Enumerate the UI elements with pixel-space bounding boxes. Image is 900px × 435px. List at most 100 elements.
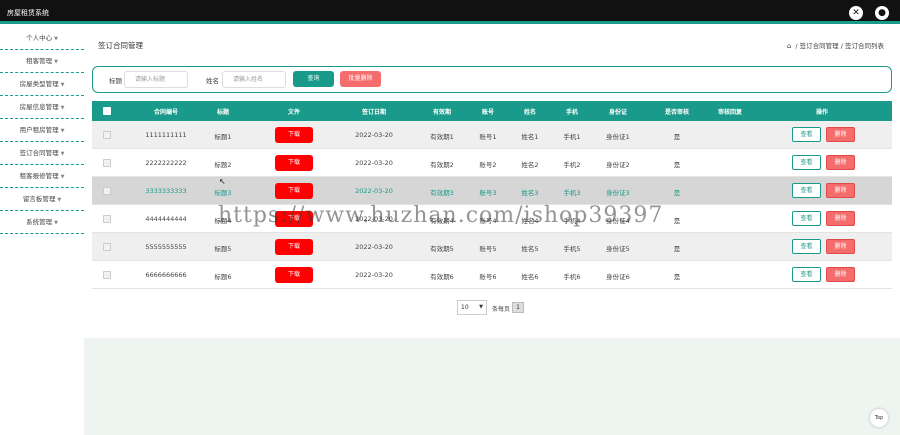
title-search-input[interactable]: 请输入标题 xyxy=(124,71,188,88)
header-validity[interactable]: 有效期 xyxy=(425,107,459,116)
row-checkbox[interactable] xyxy=(103,187,111,195)
cell-validity: 有效期6 xyxy=(430,273,454,281)
chevron-down-icon: ▼ xyxy=(54,220,58,226)
download-button[interactable]: 下载 xyxy=(275,155,313,171)
breadcrumb-current: 签订合同列表 xyxy=(845,42,884,50)
sidebar-item-tenant[interactable]: 租客管理 ▼ xyxy=(0,50,84,73)
sidebar: 个人中心 ▼ 租客管理 ▼ 房屋类型管理 ▼ 房屋信息管理 ▼ 用户租房管理 ▼ 签订合同… xyxy=(0,27,84,435)
name-search-input[interactable]: 请输入姓名 xyxy=(222,71,286,88)
table-body: 1111111111 标题1 2022-03-20 有效期1 账号1 姓名1 手机1 身份证1… xyxy=(92,121,892,289)
batch-delete-button[interactable]: 批量删除 xyxy=(340,71,381,87)
sidebar-item-house-type[interactable]: 房屋类型管理 ▼ xyxy=(0,73,84,96)
cell-title: 标题3 xyxy=(214,189,232,197)
delete-button[interactable]: 删除 xyxy=(826,183,855,198)
cell-contract-no: 1111111111 xyxy=(145,131,187,139)
delete-button[interactable]: 删除 xyxy=(826,155,855,170)
view-button[interactable]: 查看 xyxy=(792,211,821,226)
download-button[interactable]: 下载 xyxy=(275,211,313,227)
table-row: 5555555555 标题5 2022-03-20 有效期5 账号5 姓名5 手机5 身份证5… xyxy=(92,233,892,261)
download-button[interactable]: 下载 xyxy=(275,267,313,283)
cell-account: 账号1 xyxy=(479,133,497,141)
table-row: 2222222222 标题2 2022-03-20 有效期2 账号2 姓名2 手机2 身份证2… xyxy=(92,149,892,177)
chevron-down-icon: ▼ xyxy=(60,128,65,134)
cell-phone: 手机2 xyxy=(563,161,581,169)
download-button[interactable]: 下载 xyxy=(275,239,313,255)
view-button[interactable]: 查看 xyxy=(792,183,821,198)
cell-account: 账号4 xyxy=(479,217,497,225)
page-size-select[interactable]: 10 ▼ xyxy=(457,300,487,315)
header-name[interactable]: 姓名 xyxy=(515,107,545,116)
row-checkbox[interactable] xyxy=(103,243,111,251)
close-icon[interactable]: ✕ xyxy=(849,6,863,20)
delete-button[interactable]: 删除 xyxy=(826,127,855,142)
select-all-checkbox[interactable] xyxy=(103,107,111,115)
cell-name: 姓名6 xyxy=(521,273,539,281)
cell-id-card: 身份证6 xyxy=(606,273,630,281)
cell-reviewed: 是 xyxy=(673,245,681,253)
header-id-card[interactable]: 身份证 xyxy=(601,107,635,116)
delete-button[interactable]: 删除 xyxy=(826,211,855,226)
cell-contract-no: 5555555555 xyxy=(145,243,187,251)
cell-phone: 手机6 xyxy=(563,273,581,281)
row-checkbox[interactable] xyxy=(103,131,111,139)
sidebar-item-contract[interactable]: 签订合同管理 ▼ xyxy=(0,142,84,165)
cell-phone: 手机4 xyxy=(563,217,581,225)
delete-button[interactable]: 删除 xyxy=(826,267,855,282)
download-button[interactable]: 下载 xyxy=(275,183,313,199)
header-account[interactable]: 账号 xyxy=(473,107,503,116)
sidebar-item-house-info[interactable]: 房屋信息管理 ▼ xyxy=(0,96,84,119)
sidebar-item-user-rental[interactable]: 用户租房管理 ▼ xyxy=(0,119,84,142)
sidebar-item-personal-center[interactable]: 个人中心 ▼ xyxy=(0,27,84,50)
header-phone[interactable]: 手机 xyxy=(557,107,587,116)
cell-contract-no: 2222222222 xyxy=(145,159,187,167)
search-panel: 标题 请输入标题 姓名 请输入姓名 查询 批量删除 xyxy=(92,66,892,93)
cell-reviewed: 是 xyxy=(673,161,681,169)
header-reply[interactable]: 审核回复 xyxy=(710,107,750,116)
table-row: 1111111111 标题1 2022-03-20 有效期1 账号1 姓名1 手机1 身份证1… xyxy=(92,121,892,149)
sidebar-item-message-board[interactable]: 留言板管理 ▼ xyxy=(0,188,84,211)
chevron-down-icon: ▼ xyxy=(57,197,62,203)
cell-validity: 有效期4 xyxy=(430,217,454,225)
view-button[interactable]: 查看 xyxy=(792,127,821,142)
breadcrumb-parent[interactable]: 签订合同管理 xyxy=(800,42,839,50)
breadcrumb: ⌂ / 签订合同管理 / 签订合同列表 xyxy=(786,42,884,50)
cell-validity: 有效期1 xyxy=(430,133,454,141)
view-button[interactable]: 查看 xyxy=(792,155,821,170)
header-title[interactable]: 标题 xyxy=(208,107,238,116)
back-to-top-button[interactable]: Top xyxy=(870,409,888,427)
cell-id-card: 身份证5 xyxy=(606,245,630,253)
row-checkbox[interactable] xyxy=(103,271,111,279)
app-title: 房屋租赁系统 xyxy=(7,9,49,17)
cell-date: 2022-03-20 xyxy=(355,187,393,195)
page-number-button[interactable]: 1 xyxy=(512,302,524,313)
view-button[interactable]: 查看 xyxy=(792,267,821,282)
cell-account: 账号6 xyxy=(479,273,497,281)
table-row: 3333333333 标题3 2022-03-20 有效期3 账号3 姓名3 手机3 身份证3… xyxy=(92,177,892,205)
home-icon[interactable]: ⌂ xyxy=(787,42,791,50)
header-contract-no[interactable]: 合同编号 xyxy=(146,107,186,116)
delete-button[interactable]: 删除 xyxy=(826,239,855,254)
cell-date: 2022-03-20 xyxy=(355,215,393,223)
cell-title: 标题2 xyxy=(214,161,232,169)
row-checkbox[interactable] xyxy=(103,159,111,167)
download-button[interactable]: 下载 xyxy=(275,127,313,143)
row-checkbox[interactable] xyxy=(103,215,111,223)
user-icon[interactable]: ● xyxy=(875,6,889,20)
sidebar-item-system[interactable]: 系统管理 ▼ xyxy=(0,211,84,234)
header-reviewed[interactable]: 是否审核 xyxy=(657,107,697,116)
cell-title: 标题6 xyxy=(214,273,232,281)
cell-reviewed: 是 xyxy=(673,189,681,197)
cell-reviewed: 是 xyxy=(673,133,681,141)
sidebar-item-repair[interactable]: 租客报修管理 ▼ xyxy=(0,165,84,188)
page-size-label: 条每页 xyxy=(492,306,511,313)
cell-title: 标题5 xyxy=(214,245,232,253)
chevron-down-icon: ▼ xyxy=(479,304,483,310)
query-button[interactable]: 查询 xyxy=(293,71,334,87)
cell-name: 姓名2 xyxy=(521,161,539,169)
chevron-down-icon: ▼ xyxy=(54,36,58,42)
cell-title: 标题4 xyxy=(214,217,232,225)
header-date[interactable]: 签订日期 xyxy=(354,107,394,116)
cell-title: 标题1 xyxy=(214,133,232,141)
contract-table: 合同编号 标题 文件 签订日期 有效期 账号 姓名 手机 身份证 是否审核 审核… xyxy=(92,101,892,289)
view-button[interactable]: 查看 xyxy=(792,239,821,254)
